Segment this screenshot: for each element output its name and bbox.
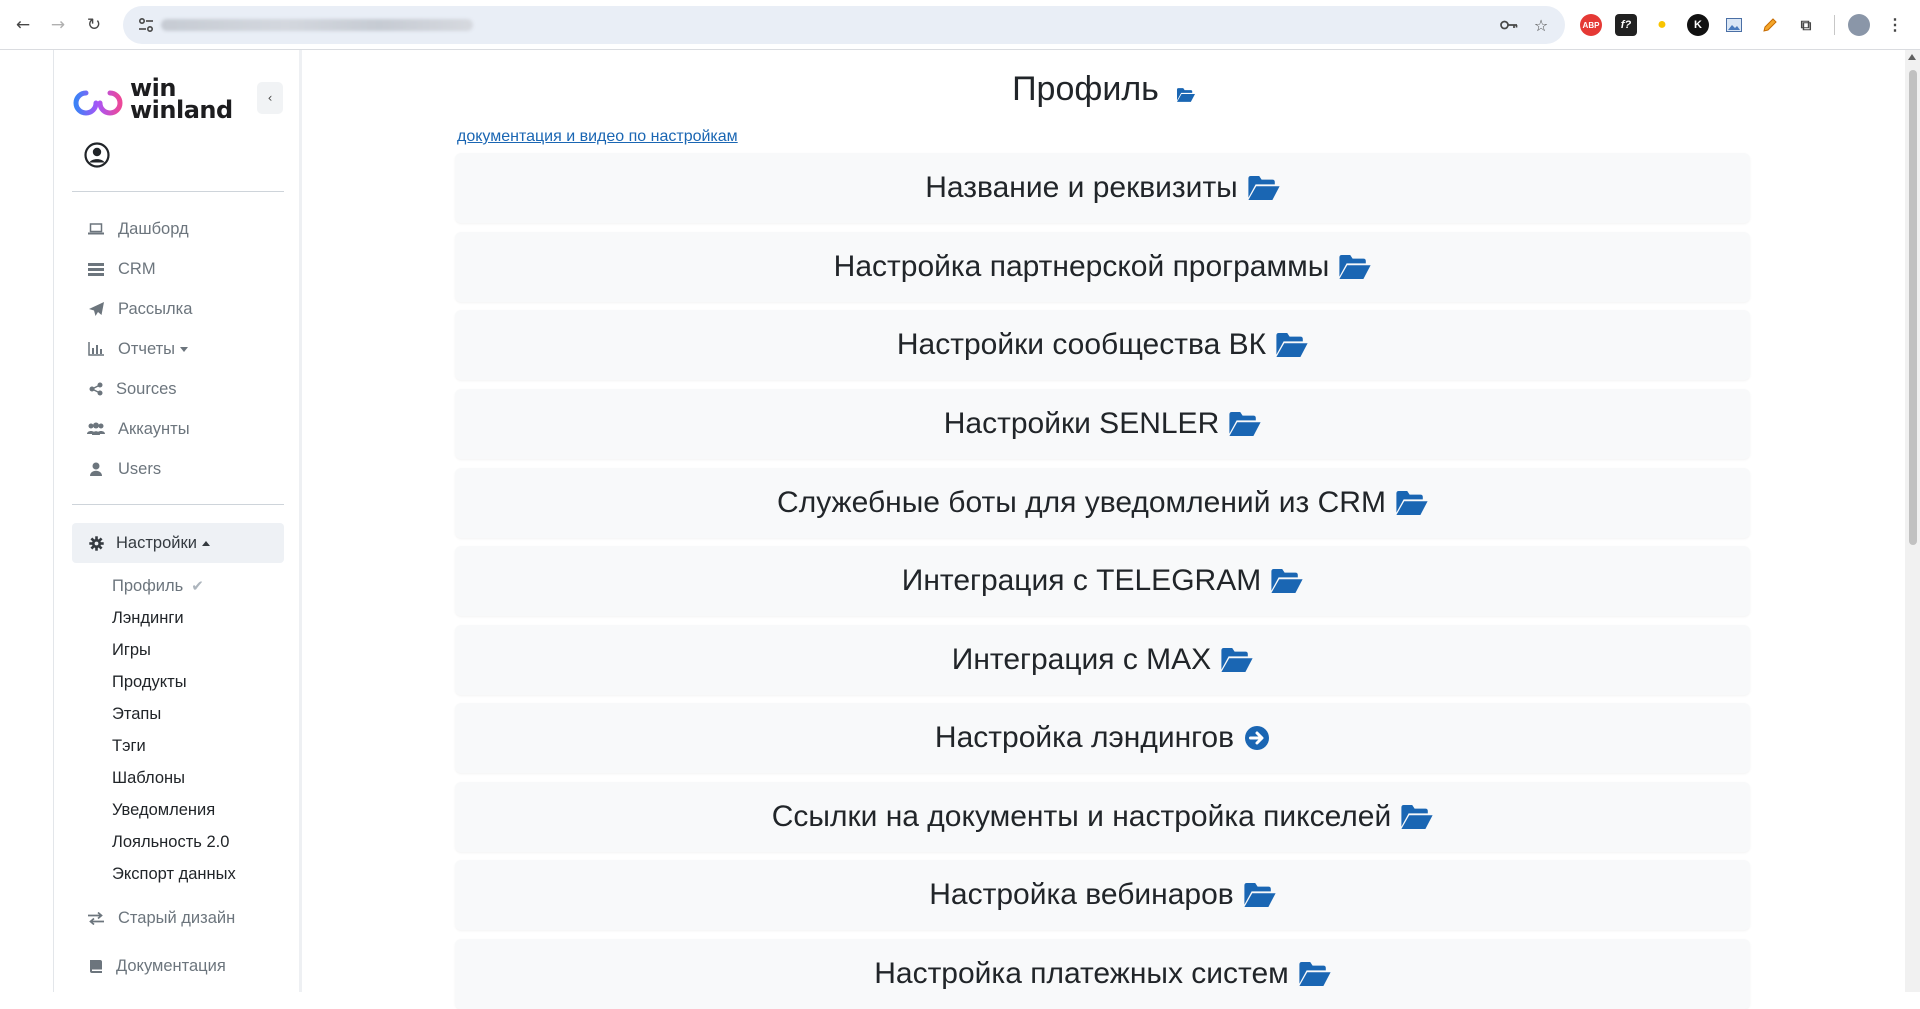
section-name-requisites[interactable]: Название и реквизиты <box>455 153 1750 223</box>
page-scrollbar[interactable] <box>1905 50 1920 992</box>
chrome-menu-icon[interactable]: ⋮ <box>1884 14 1906 36</box>
sidebar-subitem-profile[interactable]: Профиль ✔ <box>112 576 204 597</box>
sidebar-item-users[interactable]: Users <box>72 450 284 488</box>
sidebar-subitem-export[interactable]: Экспорт данных <box>112 864 236 884</box>
address-bar[interactable]: ☆ <box>123 6 1565 44</box>
folder-open-icon <box>1299 962 1331 986</box>
sidebar-item-accounts[interactable]: Аккаунты <box>72 410 284 448</box>
sidebar-divider <box>72 191 284 192</box>
exchange-icon <box>86 910 106 926</box>
collapse-sidebar-button[interactable]: ‹ <box>257 82 283 114</box>
back-button[interactable]: ← <box>9 11 37 39</box>
sidebar-item-old-design[interactable]: Старый дизайн <box>72 899 284 937</box>
sidebar-item-crm[interactable]: CRM <box>72 250 284 288</box>
user-icon <box>86 461 106 477</box>
folder-open-icon <box>1244 883 1276 907</box>
formula-extension-icon[interactable]: f? <box>1615 14 1637 36</box>
key-icon[interactable] <box>1499 15 1519 35</box>
folder-open-icon <box>1276 333 1308 357</box>
forward-button[interactable]: → <box>44 11 72 39</box>
folder-open-icon <box>1401 805 1433 829</box>
sidebar-subitem-stages[interactable]: Этапы <box>112 704 161 724</box>
page-title: Профиль <box>302 70 1905 111</box>
adblock-extension-icon[interactable]: ABP <box>1580 14 1602 36</box>
toolbar-separator <box>1834 15 1835 35</box>
book-icon <box>86 958 106 974</box>
section-webinars[interactable]: Настройка вебинаров <box>455 860 1750 930</box>
sidebar-subitem-templates[interactable]: Шаблоны <box>112 768 185 788</box>
folder-open-icon <box>1396 491 1428 515</box>
send-icon <box>86 301 106 317</box>
sidebar-subitem-products[interactable]: Продукты <box>112 672 187 692</box>
arrow-circle-right-icon <box>1244 725 1270 751</box>
section-max-integration[interactable]: Интеграция с MAX <box>455 625 1750 695</box>
laptop-icon <box>86 221 106 237</box>
logo[interactable]: win winland <box>72 74 242 124</box>
profile-avatar[interactable] <box>1848 14 1870 36</box>
sidebar-item-reports[interactable]: Отчеты <box>72 330 284 368</box>
sidebar-item-docs[interactable]: Документация <box>72 947 284 985</box>
sidebar-item-mailing[interactable]: Рассылка <box>72 290 284 328</box>
check-icon: ✔ <box>191 578 204 595</box>
folder-open-icon[interactable] <box>1176 72 1195 111</box>
users-icon <box>86 421 106 437</box>
sidebar-subitem-games[interactable]: Игры <box>112 640 151 660</box>
folder-open-icon <box>1339 255 1371 279</box>
section-service-bots[interactable]: Служебные боты для уведомлений из CRM <box>455 468 1750 538</box>
list-icon <box>86 261 106 277</box>
scroll-up-arrow-icon[interactable] <box>1908 54 1916 60</box>
scroll-thumb[interactable] <box>1909 70 1917 545</box>
section-vk-community[interactable]: Настройки сообщества ВК <box>455 310 1750 380</box>
site-info-icon[interactable] <box>137 16 155 34</box>
folder-open-icon <box>1221 648 1253 672</box>
sidebar: win winland ‹ Дашборд CRM Рассылка Отчет… <box>53 50 302 992</box>
sidebar-subitem-loyalty[interactable]: Лояльность 2.0 <box>112 832 229 852</box>
folder-open-icon <box>1248 176 1280 200</box>
browser-toolbar: ← → ↻ ☆ ABP f? ● K ⧉ ⋮ <box>0 0 1920 50</box>
sidebar-subitem-notifications[interactable]: Уведомления <box>112 800 215 820</box>
sidebar-divider <box>72 504 284 505</box>
user-circle-icon[interactable] <box>84 142 110 168</box>
section-partner-program[interactable]: Настройка партнерской программы <box>455 232 1750 302</box>
winland-logo-icon <box>73 90 123 116</box>
image-extension-icon[interactable] <box>1723 14 1745 36</box>
gear-icon <box>86 535 106 551</box>
section-docs-pixels[interactable]: Ссылки на документы и настройка пикселей <box>455 782 1750 852</box>
section-telegram-integration[interactable]: Интеграция с TELEGRAM <box>455 546 1750 616</box>
section-payment-systems[interactable]: Настройка платежных систем <box>455 939 1750 1009</box>
k-extension-icon[interactable]: K <box>1687 14 1709 36</box>
chevron-left-icon: ‹ <box>267 91 273 105</box>
folder-open-icon <box>1229 412 1261 436</box>
logo-text: win winland <box>130 74 233 124</box>
bookmark-star-icon[interactable]: ☆ <box>1531 15 1551 35</box>
section-landings-settings[interactable]: Настройка лэндингов <box>455 703 1750 773</box>
sidebar-item-dashboard[interactable]: Дашборд <box>72 210 284 248</box>
chart-icon <box>86 341 106 357</box>
reload-button[interactable]: ↻ <box>80 11 108 39</box>
caret-down-icon <box>180 346 189 352</box>
sidebar-subitem-tags[interactable]: Тэги <box>112 736 146 756</box>
url-text-blurred <box>161 19 473 31</box>
pencil-extension-icon[interactable] <box>1759 14 1781 36</box>
sidebar-item-settings[interactable]: Настройки <box>72 523 284 563</box>
sidebar-subitem-landings[interactable]: Лэндинги <box>112 608 184 628</box>
share-icon <box>86 381 106 397</box>
main-content: Профиль документация и видео по настройк… <box>302 50 1905 1009</box>
section-senler[interactable]: Настройки SENLER <box>455 389 1750 459</box>
lightbulb-extension-icon[interactable]: ● <box>1651 14 1673 36</box>
caret-up-icon <box>201 540 210 546</box>
sidebar-item-sources[interactable]: Sources <box>72 370 284 408</box>
folder-open-icon <box>1271 569 1303 593</box>
documentation-link[interactable]: документация и видео по настройкам <box>457 128 738 146</box>
extensions-puzzle-icon[interactable]: ⧉ <box>1795 14 1817 36</box>
